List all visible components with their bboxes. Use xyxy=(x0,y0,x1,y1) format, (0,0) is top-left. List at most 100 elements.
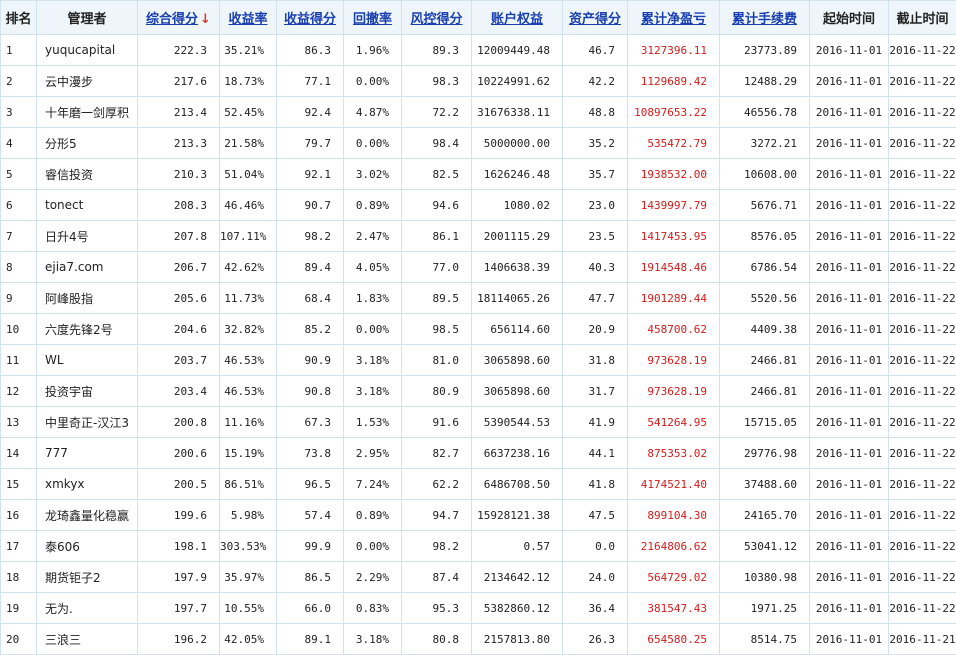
cell-total-score: 200.6 xyxy=(138,438,220,469)
cell-fees: 23773.89 xyxy=(720,35,810,66)
cell-return-score: 57.4 xyxy=(277,500,344,531)
cell-net-pnl: 973628.19 xyxy=(628,376,720,407)
cell-asset-score: 24.0 xyxy=(563,562,628,593)
cell-return-rate: 21.58% xyxy=(220,128,277,159)
cell-end-time: 2016-11-22 xyxy=(889,593,956,624)
cell-asset-score: 20.9 xyxy=(563,314,628,345)
cell-return-score: 92.4 xyxy=(277,97,344,128)
cell-asset-score: 31.8 xyxy=(563,345,628,376)
cell-fees: 12488.29 xyxy=(720,66,810,97)
cell-risk-score: 77.0 xyxy=(402,252,472,283)
col-header-net-pnl[interactable]: 累计净盈亏 xyxy=(628,1,720,35)
table-row: 1yuqucapital222.335.21%86.31.96%89.31200… xyxy=(1,35,956,66)
cell-total-score: 200.8 xyxy=(138,407,220,438)
cell-return-rate: 107.11% xyxy=(220,221,277,252)
table-row: 11WL203.746.53%90.93.18%81.03065898.6031… xyxy=(1,345,956,376)
cell-equity: 15928121.38 xyxy=(472,500,563,531)
cell-manager: 云中漫步 xyxy=(37,66,138,97)
cell-end-time: 2016-11-22 xyxy=(889,314,956,345)
col-header-return-score[interactable]: 收益得分 xyxy=(277,1,344,35)
cell-risk-score: 89.3 xyxy=(402,35,472,66)
cell-asset-score: 36.4 xyxy=(563,593,628,624)
col-header-total-score[interactable]: 综合得分↓ xyxy=(138,1,220,35)
cell-return-score: 86.5 xyxy=(277,562,344,593)
cell-return-rate: 11.73% xyxy=(220,283,277,314)
cell-net-pnl: 1901289.44 xyxy=(628,283,720,314)
cell-asset-score: 23.0 xyxy=(563,190,628,221)
cell-end-time: 2016-11-22 xyxy=(889,562,956,593)
table-row: 10六度先锋2号204.632.82%85.20.00%98.5656114.6… xyxy=(1,314,956,345)
cell-equity: 31676338.11 xyxy=(472,97,563,128)
col-header-rank: 排名 xyxy=(1,1,37,35)
cell-drawdown: 3.18% xyxy=(344,376,402,407)
cell-asset-score: 35.2 xyxy=(563,128,628,159)
cell-net-pnl: 1439997.79 xyxy=(628,190,720,221)
cell-risk-score: 98.2 xyxy=(402,531,472,562)
table-row: 6tonect208.346.46%90.70.89%94.61080.0223… xyxy=(1,190,956,221)
table-row: 15xmkyx200.586.51%96.57.24%62.26486708.5… xyxy=(1,469,956,500)
cell-equity: 5382860.12 xyxy=(472,593,563,624)
cell-start-time: 2016-11-01 xyxy=(810,97,889,128)
cell-return-rate: 42.62% xyxy=(220,252,277,283)
table-row: 7日升4号207.8107.11%98.22.47%86.12001115.29… xyxy=(1,221,956,252)
cell-start-time: 2016-11-01 xyxy=(810,469,889,500)
cell-end-time: 2016-11-22 xyxy=(889,376,956,407)
table-row: 2云中漫步217.618.73%77.10.00%98.310224991.62… xyxy=(1,66,956,97)
cell-return-rate: 18.73% xyxy=(220,66,277,97)
cell-return-rate: 11.16% xyxy=(220,407,277,438)
cell-start-time: 2016-11-01 xyxy=(810,35,889,66)
cell-return-score: 86.3 xyxy=(277,35,344,66)
col-header-drawdown[interactable]: 回撤率 xyxy=(344,1,402,35)
cell-drawdown: 0.89% xyxy=(344,500,402,531)
cell-return-rate: 15.19% xyxy=(220,438,277,469)
col-header-fees[interactable]: 累计手续费 xyxy=(720,1,810,35)
cell-fees: 6786.54 xyxy=(720,252,810,283)
cell-risk-score: 72.2 xyxy=(402,97,472,128)
cell-rank: 17 xyxy=(1,531,37,562)
cell-equity: 1080.02 xyxy=(472,190,563,221)
col-header-return-rate[interactable]: 收益率 xyxy=(220,1,277,35)
cell-rank: 1 xyxy=(1,35,37,66)
cell-start-time: 2016-11-01 xyxy=(810,252,889,283)
cell-start-time: 2016-11-01 xyxy=(810,376,889,407)
cell-start-time: 2016-11-01 xyxy=(810,66,889,97)
col-header-risk-score[interactable]: 风控得分 xyxy=(402,1,472,35)
cell-end-time: 2016-11-22 xyxy=(889,438,956,469)
col-header-manager: 管理者 xyxy=(37,1,138,35)
cell-risk-score: 98.5 xyxy=(402,314,472,345)
cell-fees: 5520.56 xyxy=(720,283,810,314)
cell-drawdown: 0.89% xyxy=(344,190,402,221)
cell-return-rate: 42.05% xyxy=(220,624,277,655)
table-row: 16龙琦鑫量化稳赢199.65.98%57.40.89%94.715928121… xyxy=(1,500,956,531)
cell-total-score: 203.4 xyxy=(138,376,220,407)
cell-equity: 2134642.12 xyxy=(472,562,563,593)
cell-fees: 37488.60 xyxy=(720,469,810,500)
cell-equity: 6637238.16 xyxy=(472,438,563,469)
col-header-equity[interactable]: 账户权益 xyxy=(472,1,563,35)
cell-return-score: 99.9 xyxy=(277,531,344,562)
cell-drawdown: 4.05% xyxy=(344,252,402,283)
col-header-asset-score[interactable]: 资产得分 xyxy=(563,1,628,35)
table-body: 1yuqucapital222.335.21%86.31.96%89.31200… xyxy=(1,35,956,655)
cell-risk-score: 81.0 xyxy=(402,345,472,376)
cell-rank: 3 xyxy=(1,97,37,128)
cell-end-time: 2016-11-22 xyxy=(889,159,956,190)
table-row: 19无为.197.710.55%66.00.83%95.35382860.123… xyxy=(1,593,956,624)
cell-end-time: 2016-11-22 xyxy=(889,500,956,531)
cell-fees: 15715.05 xyxy=(720,407,810,438)
cell-drawdown: 0.83% xyxy=(344,593,402,624)
cell-start-time: 2016-11-01 xyxy=(810,345,889,376)
cell-return-score: 92.1 xyxy=(277,159,344,190)
cell-net-pnl: 10897653.22 xyxy=(628,97,720,128)
cell-return-rate: 51.04% xyxy=(220,159,277,190)
cell-manager: 中里奇正-汉江3 xyxy=(37,407,138,438)
cell-manager: 十年磨一剑厚积 xyxy=(37,97,138,128)
cell-asset-score: 31.7 xyxy=(563,376,628,407)
cell-fees: 4409.38 xyxy=(720,314,810,345)
cell-equity: 5000000.00 xyxy=(472,128,563,159)
cell-net-pnl: 1914548.46 xyxy=(628,252,720,283)
cell-total-score: 198.1 xyxy=(138,531,220,562)
cell-manager: 三浪三 xyxy=(37,624,138,655)
cell-asset-score: 40.3 xyxy=(563,252,628,283)
cell-rank: 20 xyxy=(1,624,37,655)
